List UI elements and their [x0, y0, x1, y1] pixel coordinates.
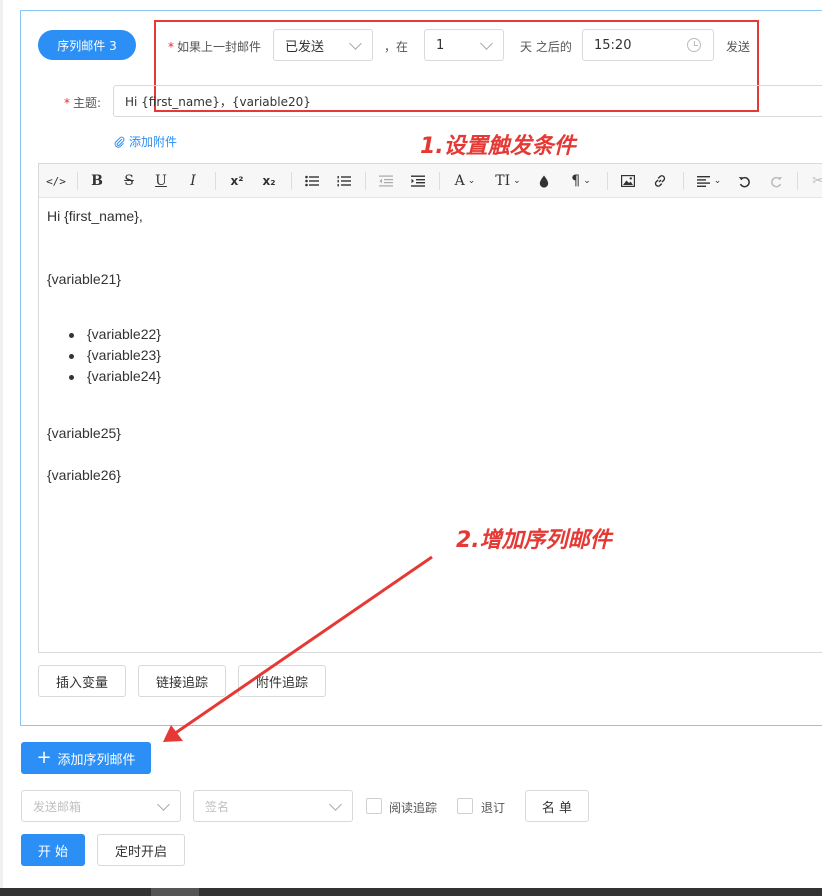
toolbar-divider — [365, 172, 366, 190]
email-editor[interactable]: </> B S U I x² x₂ A ⌄ TI ⌄ ¶ ⌄ ⌄ ✂ Hi {f… — [38, 163, 822, 653]
start-button[interactable]: 开 始 — [21, 834, 85, 866]
list-item: {variable23} — [69, 347, 161, 363]
paragraph-variable21: {variable21} — [47, 271, 121, 287]
bold-icon[interactable]: B — [87, 170, 107, 192]
paragraph-variable25: {variable25} — [47, 425, 121, 441]
align-icon[interactable]: ⌄ — [693, 170, 725, 192]
toolbar-divider — [77, 172, 78, 190]
numbered-list-icon[interactable] — [333, 170, 355, 192]
attachment-tracking-button[interactable]: 附件追踪 — [238, 665, 326, 697]
toolbar-divider — [291, 172, 292, 190]
indent-icon[interactable] — [407, 170, 429, 192]
chevron-down-icon — [329, 798, 342, 811]
strikethrough-icon[interactable]: S — [119, 170, 139, 192]
toolbar-divider — [683, 172, 684, 190]
font-color-icon[interactable]: A ⌄ — [449, 170, 481, 192]
subject-label-text: 主题: — [73, 96, 102, 110]
add-sequence-email-label: 添加序列邮件 — [57, 752, 136, 768]
code-view-icon[interactable]: </> — [45, 170, 67, 192]
subject-input[interactable]: Hi {first_name}，{variable20} — [113, 85, 822, 117]
unsubscribe-checkbox[interactable] — [457, 798, 473, 814]
sequence-tag[interactable]: 序列邮件 3 — [38, 30, 136, 60]
chevron-down-icon — [157, 798, 170, 811]
list-item: {variable22} — [69, 326, 161, 342]
plus-icon: + — [36, 747, 52, 768]
sender-mailbox-select[interactable]: 发送邮箱 — [21, 790, 181, 822]
undo-icon[interactable] — [733, 170, 755, 192]
read-tracking-label: 阅读追踪 — [389, 801, 438, 815]
scrollbar-thumb[interactable] — [151, 888, 199, 896]
link-tracking-button[interactable]: 链接追踪 — [138, 665, 226, 697]
annotation-step1: 1.设置触发条件 — [420, 134, 576, 159]
recipient-list-button[interactable]: 名 单 — [525, 790, 589, 822]
toolbar-divider — [439, 172, 440, 190]
unsubscribe-label: 退订 — [481, 801, 506, 815]
font-size-icon[interactable]: TI ⌄ — [491, 170, 525, 192]
schedule-start-button[interactable]: 定时开启 — [97, 834, 185, 866]
underline-icon[interactable]: U — [151, 170, 171, 192]
subject-label: * 主题: — [64, 94, 101, 111]
insert-variable-button[interactable]: 插入变量 — [38, 665, 126, 697]
left-edge — [0, 0, 3, 896]
read-tracking-checkbox[interactable] — [366, 798, 382, 814]
superscript-icon[interactable]: x² — [225, 170, 249, 192]
toolbar-divider — [607, 172, 608, 190]
outdent-icon[interactable] — [375, 170, 397, 192]
signature-placeholder: 签名 — [205, 799, 230, 814]
link-icon[interactable] — [649, 170, 671, 192]
greeting-line: Hi {first_name}, — [47, 208, 143, 224]
highlight-icon[interactable] — [533, 170, 555, 192]
list-item: {variable24} — [69, 368, 161, 384]
redo-icon[interactable] — [765, 170, 787, 192]
toolbar-divider — [797, 172, 798, 190]
subject-value: Hi {first_name}，{variable20} — [125, 94, 311, 109]
add-sequence-email-button[interactable]: + 添加序列邮件 — [21, 742, 151, 774]
cut-icon[interactable]: ✂ — [807, 170, 822, 192]
editor-toolbar: </> B S U I x² x₂ A ⌄ TI ⌄ ¶ ⌄ ⌄ ✂ — [39, 164, 822, 198]
bullet-list-icon[interactable] — [301, 170, 323, 192]
add-attachment-label: 添加附件 — [129, 135, 178, 149]
required-mark: * — [64, 96, 70, 110]
toolbar-divider — [215, 172, 216, 190]
signature-select[interactable]: 签名 — [193, 790, 353, 822]
paperclip-icon — [114, 136, 125, 148]
subscript-icon[interactable]: x₂ — [257, 170, 281, 192]
italic-icon[interactable]: I — [183, 170, 203, 192]
horizontal-scrollbar[interactable] — [0, 888, 822, 896]
annotation-step2: 2.增加序列邮件 — [456, 528, 612, 553]
paragraph-variable26: {variable26} — [47, 467, 121, 483]
sender-mailbox-placeholder: 发送邮箱 — [33, 799, 82, 814]
image-icon[interactable] — [617, 170, 639, 192]
add-attachment-link[interactable]: 添加附件 — [114, 133, 177, 150]
paragraph-icon[interactable]: ¶ ⌄ — [565, 170, 597, 192]
